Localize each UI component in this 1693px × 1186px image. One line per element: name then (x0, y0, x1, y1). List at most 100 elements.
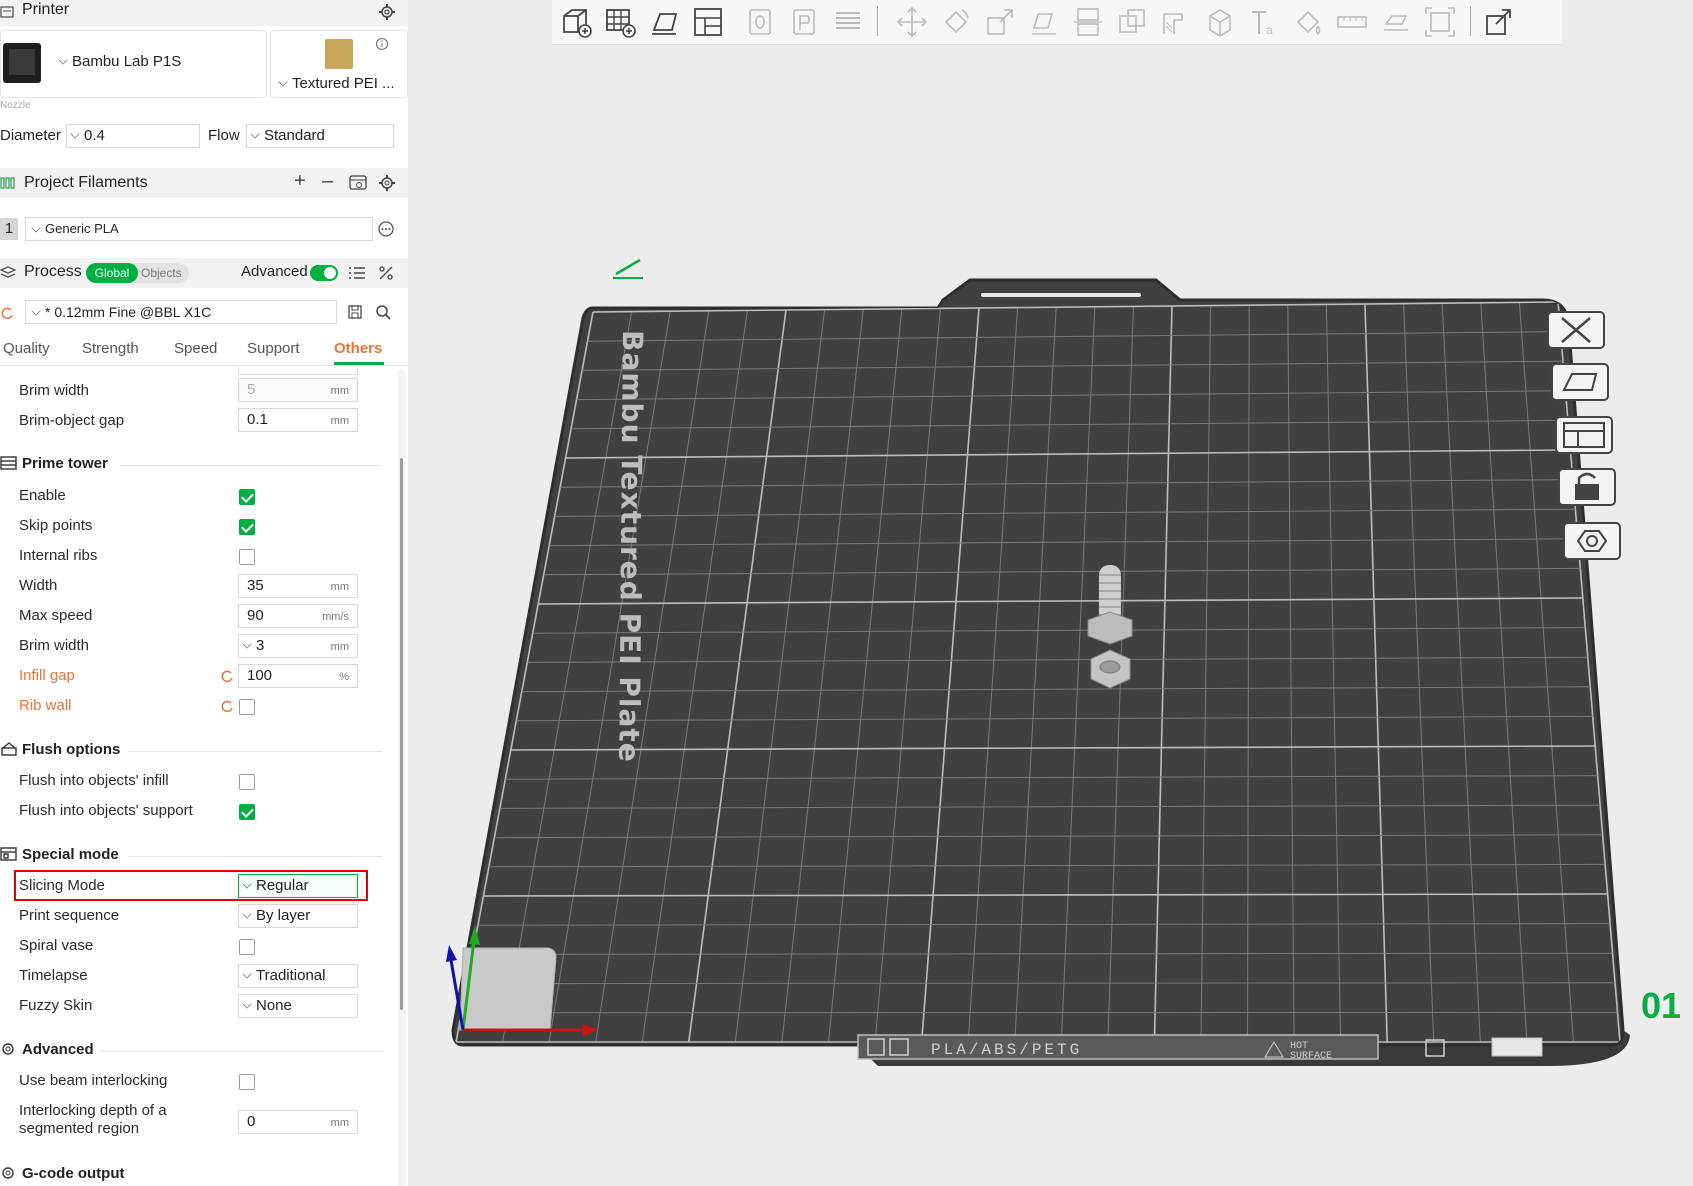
filament-index-badge[interactable]: 1 (0, 218, 18, 240)
nozzle-label: Nozzle (0, 100, 31, 111)
clear-plate-icon[interactable] (1544, 308, 1608, 352)
scale-icon[interactable] (982, 4, 1018, 40)
enable-label: Enable (19, 487, 66, 504)
seam-painting-icon[interactable] (1202, 4, 1238, 40)
skip-points-checkbox[interactable] (239, 519, 255, 535)
flow-select[interactable]: Standard (246, 124, 394, 148)
filament-settings-gear-icon[interactable] (378, 174, 396, 192)
add-plate-icon[interactable] (602, 4, 638, 40)
list-view-icon[interactable] (348, 265, 366, 281)
auto-orient-toolbar-icon[interactable] (646, 4, 682, 40)
rib-wall-reset-icon[interactable] (220, 699, 234, 713)
interlocking-depth-input[interactable]: 0 mm (238, 1110, 358, 1134)
add-object-icon[interactable] (558, 4, 594, 40)
process-title: Process (24, 263, 82, 280)
slicing-mode-label: Slicing Mode (19, 877, 105, 894)
assembly-icon[interactable] (1378, 4, 1414, 40)
move-icon[interactable] (894, 4, 930, 40)
text-shape-icon[interactable]: a (1246, 4, 1282, 40)
toolbar-separator (877, 6, 878, 36)
tab-quality[interactable]: Quality (3, 340, 50, 357)
printer-settings-gear-icon[interactable] (378, 3, 396, 21)
printer-header: Printer (0, 0, 408, 26)
lock-plate-icon[interactable] (1555, 465, 1619, 509)
tab-others[interactable]: Others (334, 340, 382, 357)
boolean-icon[interactable] (1114, 4, 1150, 40)
support-painting-icon[interactable] (1158, 4, 1194, 40)
tab-strength[interactable]: Strength (82, 340, 139, 357)
fit-view-icon[interactable] (1422, 4, 1458, 40)
variable-layer-height-icon[interactable] (830, 4, 866, 40)
diameter-select[interactable]: 0.4 (66, 124, 200, 148)
process-header: Process Global Objects Advanced (0, 258, 408, 288)
info-icon[interactable] (375, 37, 389, 51)
flush-infill-checkbox[interactable] (239, 774, 255, 790)
filament-select[interactable]: Generic PLA (25, 217, 373, 241)
slicing-mode-select[interactable]: Regular (238, 874, 358, 898)
toolbar-separator (1470, 6, 1471, 36)
arrange-icon[interactable] (1552, 413, 1616, 457)
brim-width-label: Brim width (19, 382, 90, 399)
internal-ribs-checkbox[interactable] (239, 549, 255, 565)
tab-speed[interactable]: Speed (174, 340, 217, 357)
add-filament-button[interactable]: + (294, 170, 306, 193)
flush-support-checkbox[interactable] (239, 804, 255, 820)
timelapse-select[interactable]: Traditional (238, 964, 358, 988)
advanced-gear-icon (2, 1043, 14, 1055)
color-painting-icon[interactable] (1290, 4, 1326, 40)
save-preset-icon[interactable] (347, 304, 363, 320)
measure-icon[interactable] (1334, 4, 1370, 40)
split-to-objects-icon[interactable] (742, 4, 778, 40)
tab-support[interactable]: Support (247, 340, 300, 357)
advanced-label: Advanced (241, 263, 308, 280)
edit-plate-name-icon[interactable] (613, 258, 643, 279)
3d-viewport[interactable]: PLA/ABS/PETG HOT SURFACE Bambu Textured … (408, 0, 1693, 1186)
filament-icon (0, 177, 15, 189)
cut-icon[interactable] (1070, 4, 1106, 40)
infill-gap-input[interactable]: 100% (238, 664, 358, 688)
tabs-divider (0, 365, 408, 366)
plate-number[interactable]: 01 (1641, 985, 1681, 1026)
global-objects-toggle[interactable]: Global Objects (86, 263, 189, 283)
toggle-global[interactable]: Global (86, 263, 138, 283)
plate-tag-surface: SURFACE (1290, 1051, 1332, 1062)
toggle-objects[interactable]: Objects (141, 263, 182, 283)
search-icon[interactable] (375, 304, 391, 320)
remove-filament-button[interactable]: – (322, 170, 333, 193)
tower-brim-select[interactable]: 3 mm (238, 634, 358, 658)
print-sequence-label: Print sequence (19, 907, 120, 924)
advanced-switch[interactable] (310, 265, 338, 281)
interlocking-depth-label: Interlocking depth of a (19, 1102, 167, 1119)
lay-on-face-icon[interactable] (1026, 4, 1062, 40)
rib-wall-checkbox[interactable] (239, 699, 255, 715)
brim-width-input[interactable]: 5 mm (238, 378, 358, 402)
plate-handle (981, 293, 1141, 297)
arrange-toolbar-icon[interactable] (690, 4, 726, 40)
print-sequence-select[interactable]: By layer (238, 904, 358, 928)
tower-width-input[interactable]: 35 mm (238, 574, 358, 598)
brim-gap-input[interactable]: 0.1 mm (238, 408, 358, 432)
plate-selector[interactable]: Textured PEI ... (270, 30, 408, 98)
rotate-icon[interactable] (938, 4, 974, 40)
infill-gap-reset-icon[interactable] (220, 669, 234, 683)
filaments-title: Project Filaments (24, 174, 148, 191)
max-speed-input[interactable]: 90 mm/s (238, 604, 358, 628)
top-toolbar: a (552, 0, 1562, 45)
compare-presets-icon[interactable] (377, 264, 395, 282)
plate-thumbnail (325, 39, 353, 69)
split-to-parts-icon[interactable] (786, 4, 822, 40)
spiral-vase-checkbox[interactable] (239, 939, 255, 955)
fuzzy-skin-select[interactable]: None (238, 994, 358, 1018)
exploded-view-icon[interactable] (1482, 4, 1518, 40)
preset-reset-icon[interactable] (0, 306, 14, 320)
filament-sync-icon[interactable] (349, 175, 367, 191)
build-plate-scene: PLA/ABS/PETG HOT SURFACE Bambu Textured … (446, 258, 1681, 1066)
printer-selector[interactable]: Bambu Lab P1S (0, 30, 267, 98)
auto-orient-icon[interactable] (1548, 360, 1612, 404)
beam-interlocking-checkbox[interactable] (239, 1074, 255, 1090)
process-preset-select[interactable]: * 0.12mm Fine @BBL X1C (25, 300, 337, 324)
plate-settings-icon[interactable] (1560, 519, 1624, 563)
enable-checkbox[interactable] (239, 489, 255, 505)
filament-more-icon[interactable] (377, 220, 395, 238)
scrollbar-thumb[interactable] (400, 458, 403, 1010)
